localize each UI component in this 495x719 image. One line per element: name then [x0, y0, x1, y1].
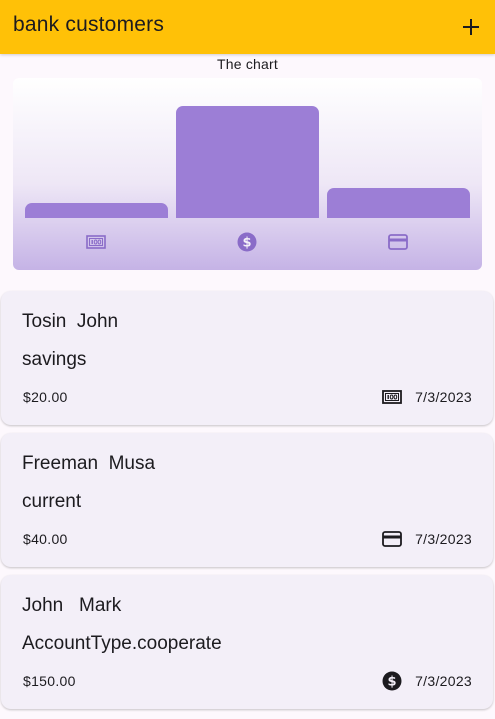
chart-bar-cooperate	[176, 106, 319, 218]
app-bar: bank customers	[0, 0, 495, 54]
date: 7/3/2023	[415, 389, 472, 405]
customer-name: Freeman Musa	[22, 453, 156, 474]
money-icon	[85, 233, 107, 251]
chart-bar-current	[327, 188, 470, 218]
customer-card[interactable]: John Mark AccountType.cooperate $150.00 …	[1, 575, 493, 709]
chart-card: $	[13, 78, 482, 270]
customer-card[interactable]: Tosin John savings $20.00 7/3/2023	[1, 291, 493, 425]
svg-text:$: $	[387, 675, 396, 690]
app-title: bank customers	[13, 13, 165, 36]
account-type: AccountType.cooperate	[22, 633, 222, 654]
dollar-circle-icon: $	[381, 671, 403, 691]
chart-title: The chart	[217, 56, 278, 72]
chart-bar-savings	[25, 203, 168, 218]
amount: $150.00	[23, 673, 76, 689]
svg-text:$: $	[242, 236, 251, 251]
account-type: current	[22, 491, 82, 512]
add-button[interactable]	[451, 7, 491, 47]
money-icon	[381, 387, 403, 407]
account-type: savings	[22, 349, 87, 370]
date: 7/3/2023	[415, 531, 472, 547]
credit-card-icon	[387, 233, 409, 251]
credit-card-icon	[381, 529, 403, 549]
customer-name: John Mark	[22, 595, 122, 616]
date: 7/3/2023	[415, 673, 472, 689]
add-icon	[463, 19, 479, 35]
customer-card[interactable]: Freeman Musa current $40.00 7/3/2023	[1, 433, 493, 567]
customer-name: Tosin John	[22, 311, 119, 332]
amount: $20.00	[23, 389, 68, 405]
dollar-circle-icon: $	[236, 232, 258, 252]
amount: $40.00	[23, 531, 68, 547]
